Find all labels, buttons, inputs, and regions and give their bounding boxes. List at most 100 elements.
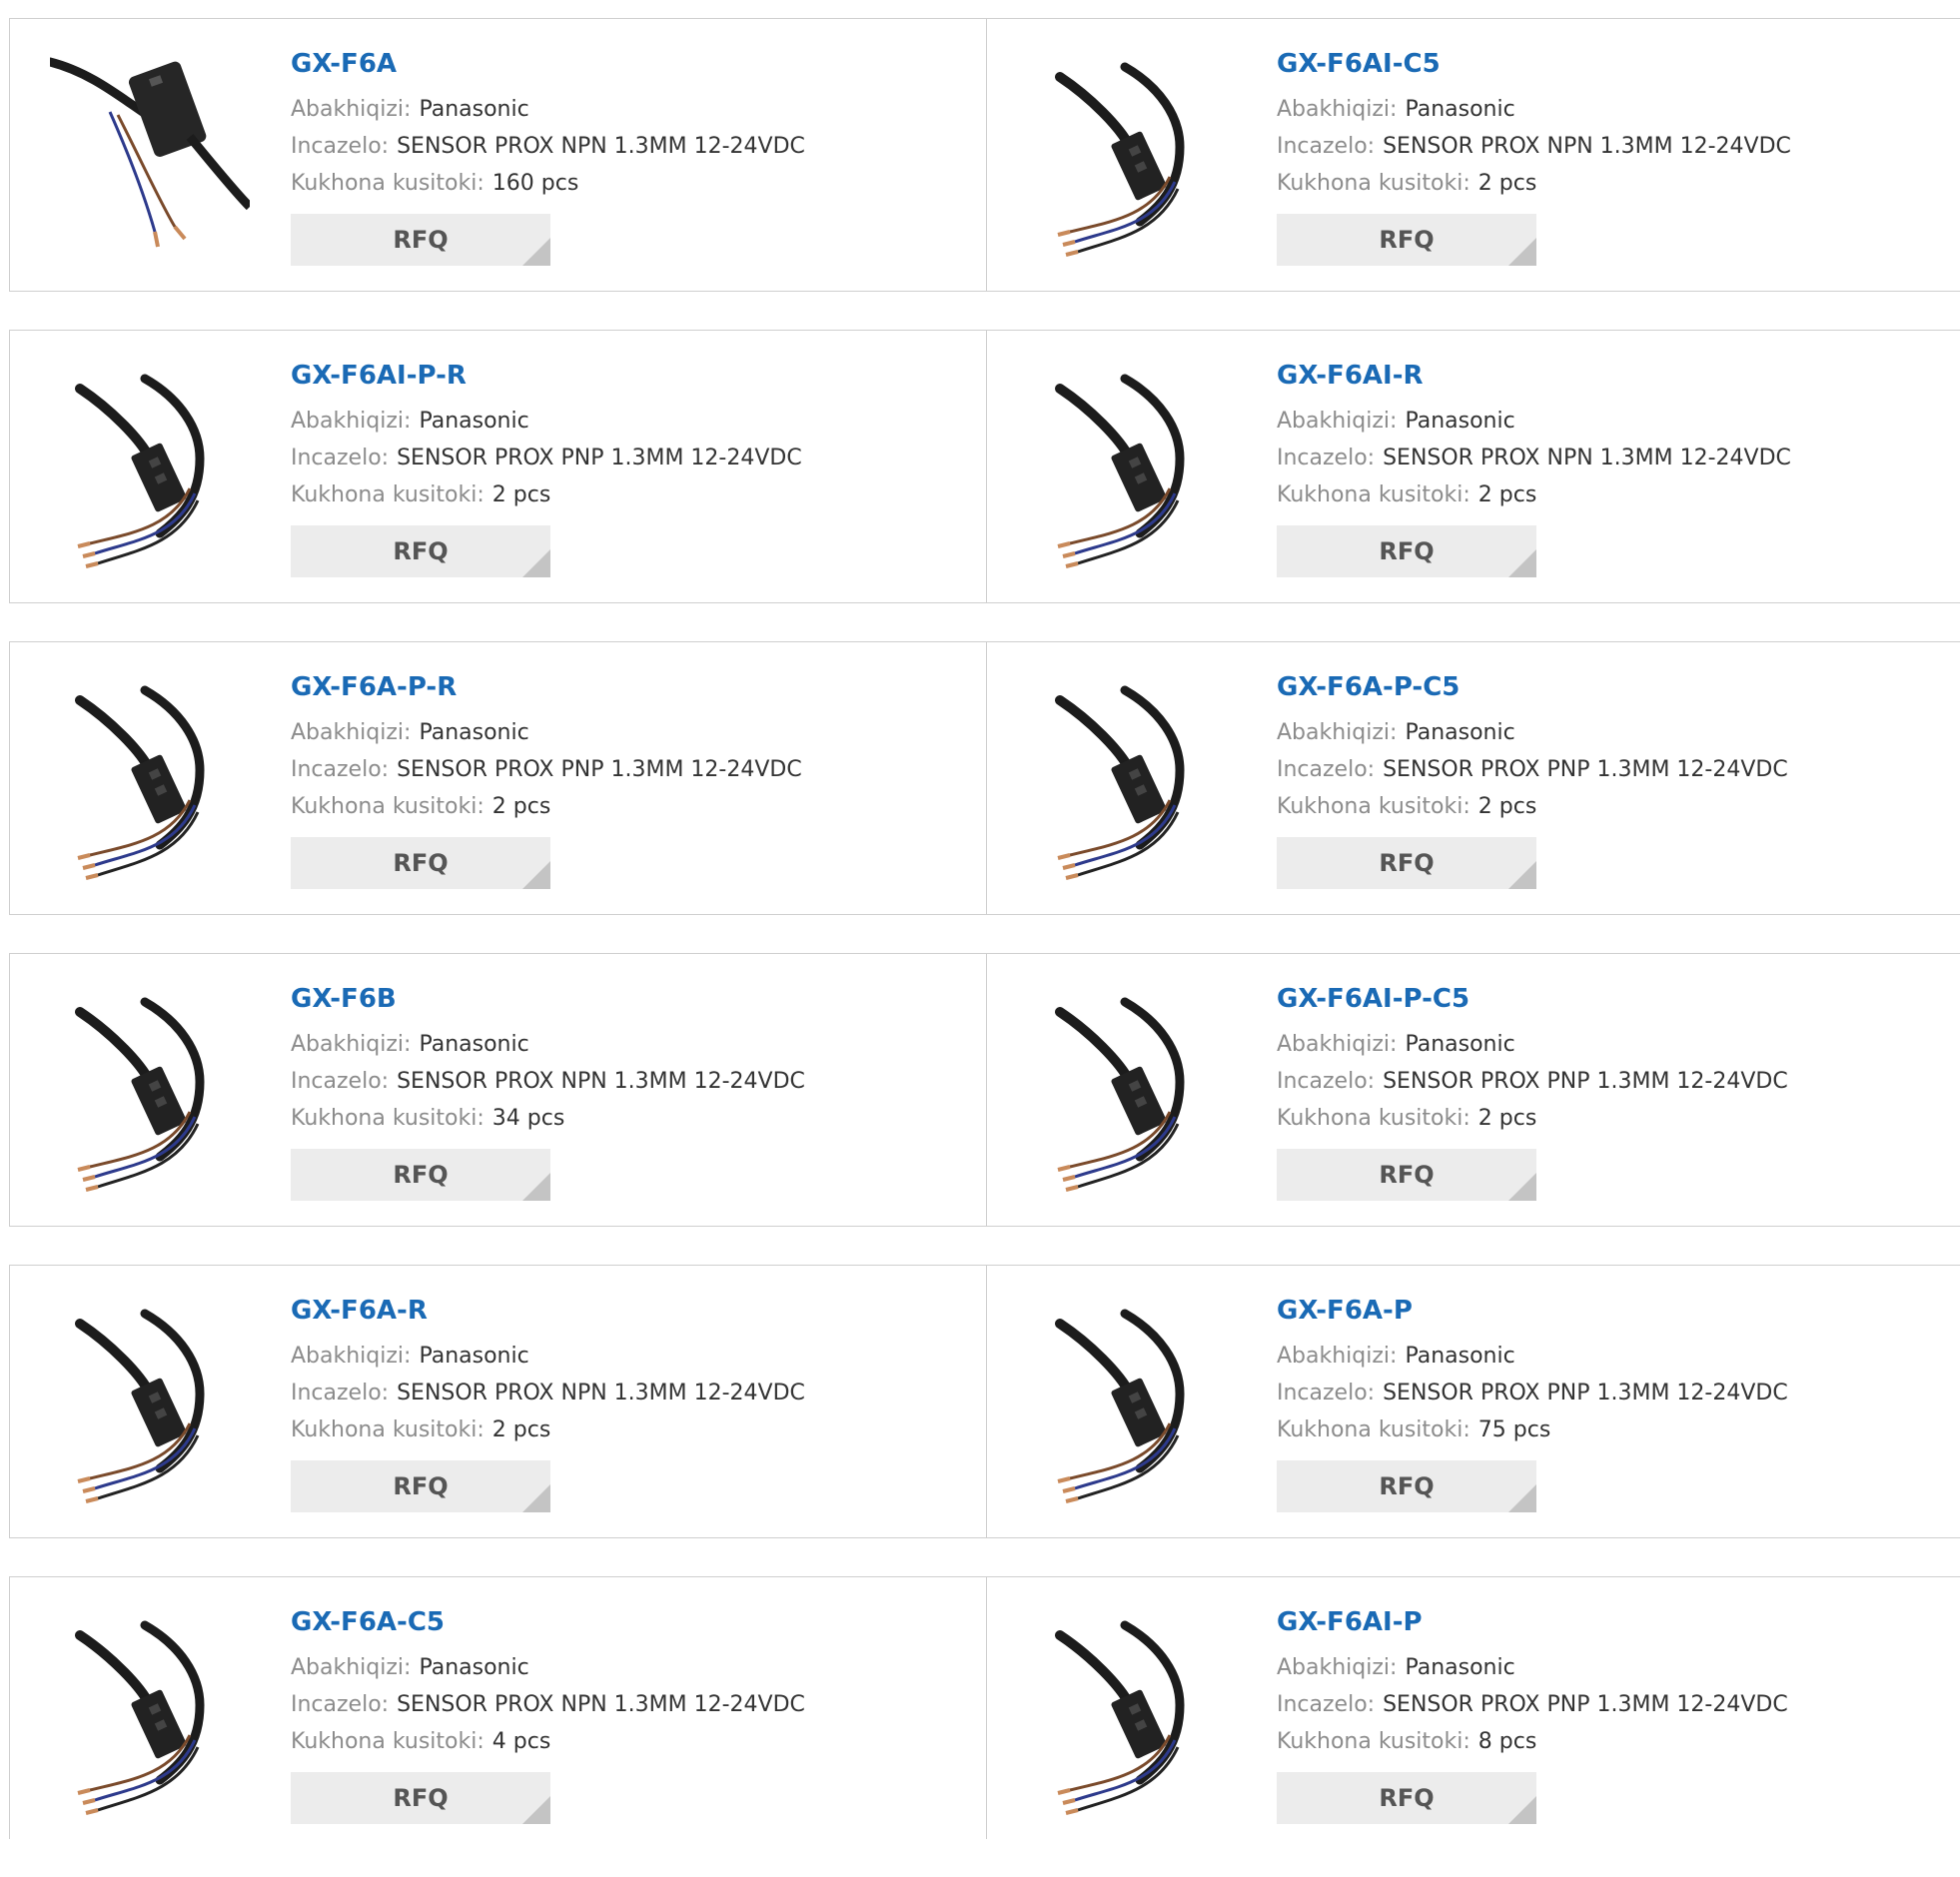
rfq-button[interactable]: RFQ [291,214,550,266]
product-name-link[interactable]: GX-F6A-P-R [291,670,802,704]
rfq-button[interactable]: RFQ [291,837,550,889]
product-info: GX-F6AI-P Abakhiqizi: Panasonic Incazelo:… [1277,1605,1788,1824]
stock-label: Kukhona kusitoki: [291,794,485,819]
product-info: GX-F6A-P-C5 Abakhiqizi: Panasonic Incazel… [1277,670,1788,889]
stock-value: 160 pcs [491,171,579,196]
description-row: Incazelo: SENSOR PROX PNP 1.3MM 12-24VDC [1277,1063,1788,1100]
proximity-sensor-icon[interactable] [50,1304,250,1503]
product-name-link[interactable]: GX-F6A-R [291,1294,805,1328]
manufacturer-row: Abakhiqizi: Panasonic [1277,714,1788,751]
manufacturer-value: Panasonic [1405,1655,1515,1680]
stock-label: Kukhona kusitoki: [1277,482,1470,507]
stock-row: Kukhona kusitoki: 2 pcs [1277,1100,1788,1137]
corner-triangle-icon [1508,1484,1536,1512]
rfq-button[interactable]: RFQ [291,1460,550,1512]
description-row: Incazelo: SENSOR PROX PNP 1.3MM 12-24VDC [291,440,802,476]
corner-triangle-icon [522,861,550,889]
description-value: SENSOR PROX PNP 1.3MM 12-24VDC [1383,1381,1788,1406]
proximity-sensor-icon[interactable] [1030,992,1230,1192]
rfq-button[interactable]: RFQ [1277,837,1536,889]
product-name-link[interactable]: GX-F6AI-C5 [1277,47,1791,81]
rfq-button[interactable]: RFQ [1277,1460,1536,1512]
product-name-link[interactable]: GX-F6AI-P-C5 [1277,982,1788,1016]
rfq-button[interactable]: RFQ [1277,214,1536,266]
rfq-button[interactable]: RFQ [1277,1772,1536,1824]
product-name-link[interactable]: GX-F6A-P-C5 [1277,670,1788,704]
description-value: SENSOR PROX PNP 1.3MM 12-24VDC [1383,757,1788,782]
proximity-sensor-icon[interactable] [50,680,250,880]
proximity-sensor-icon[interactable] [1030,57,1230,257]
manufacturer-row: Abakhiqizi: Panasonic [291,91,805,128]
product-name-link[interactable]: GX-F6AI-P [1277,1605,1788,1639]
stock-row: Kukhona kusitoki: 2 pcs [1277,165,1791,202]
proximity-sensor-side-view-icon[interactable] [50,57,250,257]
description-value: SENSOR PROX PNP 1.3MM 12-24VDC [1383,1692,1788,1717]
proximity-sensor-icon[interactable] [1030,1304,1230,1503]
product-card: GX-F6AI-P-C5 Abakhiqizi: Panasonic Incaze… [987,954,1960,1226]
product-info: GX-F6A-R Abakhiqizi: Panasonic Incazelo: S… [291,1294,805,1512]
proximity-sensor-icon[interactable] [1030,369,1230,568]
rfq-button[interactable]: RFQ [291,1772,550,1824]
manufacturer-row: Abakhiqizi: Panasonic [1277,403,1791,440]
manufacturer-row: Abakhiqizi: Panasonic [291,403,802,440]
description-row: Incazelo: SENSOR PROX NPN 1.3MM 12-24VDC [291,1686,805,1723]
corner-triangle-icon [522,1796,550,1824]
proximity-sensor-icon[interactable] [50,369,250,568]
stock-label: Kukhona kusitoki: [291,171,485,196]
manufacturer-value: Panasonic [419,1344,529,1369]
description-value: SENSOR PROX NPN 1.3MM 12-24VDC [397,1381,805,1406]
stock-value: 2 pcs [1477,482,1537,507]
description-label: Incazelo: [291,1069,390,1094]
product-name-link[interactable]: GX-F6A-P [1277,1294,1788,1328]
proximity-sensor-icon[interactable] [1030,680,1230,880]
description-label: Incazelo: [1277,1381,1376,1406]
rfq-button[interactable]: RFQ [1277,525,1536,577]
rfq-button-label: RFQ [393,1161,449,1189]
description-value: SENSOR PROX NPN 1.3MM 12-24VDC [1383,446,1791,470]
product-name-link[interactable]: GX-F6AI-P-R [291,359,802,393]
stock-row: Kukhona kusitoki: 75 pcs [1277,1411,1788,1448]
product-name-link[interactable]: GX-F6B [291,982,805,1016]
manufacturer-label: Abakhiqizi: [1277,1344,1398,1369]
rfq-button[interactable]: RFQ [291,1149,550,1201]
proximity-sensor-icon[interactable] [50,1615,250,1815]
stock-row: Kukhona kusitoki: 8 pcs [1277,1723,1788,1760]
product-name-link[interactable]: GX-F6A-C5 [291,1605,805,1639]
corner-triangle-icon [1508,1173,1536,1201]
product-info: GX-F6A-P Abakhiqizi: Panasonic Incazelo: S… [1277,1294,1788,1512]
manufacturer-row: Abakhiqizi: Panasonic [1277,91,1791,128]
manufacturer-label: Abakhiqizi: [1277,97,1398,122]
manufacturer-row: Abakhiqizi: Panasonic [291,714,802,751]
description-label: Incazelo: [291,1692,390,1717]
description-label: Incazelo: [1277,1692,1376,1717]
manufacturer-value: Panasonic [419,409,529,434]
description-label: Incazelo: [1277,1069,1376,1094]
corner-triangle-icon [522,1173,550,1201]
product-name-link[interactable]: GX-F6AI-R [1277,359,1791,393]
description-row: Incazelo: SENSOR PROX NPN 1.3MM 12-24VDC [1277,128,1791,165]
stock-label: Kukhona kusitoki: [291,1417,485,1442]
rfq-button-label: RFQ [1379,1472,1435,1500]
description-value: SENSOR PROX PNP 1.3MM 12-24VDC [397,757,802,782]
description-label: Incazelo: [291,757,390,782]
proximity-sensor-icon[interactable] [1030,1615,1230,1815]
manufacturer-label: Abakhiqizi: [291,1032,412,1057]
manufacturer-label: Abakhiqizi: [1277,409,1398,434]
manufacturer-row: Abakhiqizi: Panasonic [291,1338,805,1375]
stock-row: Kukhona kusitoki: 2 pcs [1277,788,1788,825]
product-name-link[interactable]: GX-F6A [291,47,805,81]
description-row: Incazelo: SENSOR PROX NPN 1.3MM 12-24VDC [291,1375,805,1411]
rfq-button[interactable]: RFQ [1277,1149,1536,1201]
rfq-button-label: RFQ [1379,226,1435,254]
rfq-button[interactable]: RFQ [291,525,550,577]
manufacturer-row: Abakhiqizi: Panasonic [1277,1026,1788,1063]
manufacturer-label: Abakhiqizi: [1277,720,1398,745]
description-row: Incazelo: SENSOR PROX NPN 1.3MM 12-24VDC [291,1063,805,1100]
stock-row: Kukhona kusitoki: 2 pcs [291,476,802,513]
product-card: GX-F6AI-P Abakhiqizi: Panasonic Incazelo:… [987,1577,1960,1839]
manufacturer-label: Abakhiqizi: [291,97,412,122]
rfq-button-label: RFQ [393,1784,449,1812]
proximity-sensor-icon[interactable] [50,992,250,1192]
product-row: GX-F6B Abakhiqizi: Panasonic Incazelo: SEN… [9,953,1960,1227]
manufacturer-value: Panasonic [1405,409,1515,434]
